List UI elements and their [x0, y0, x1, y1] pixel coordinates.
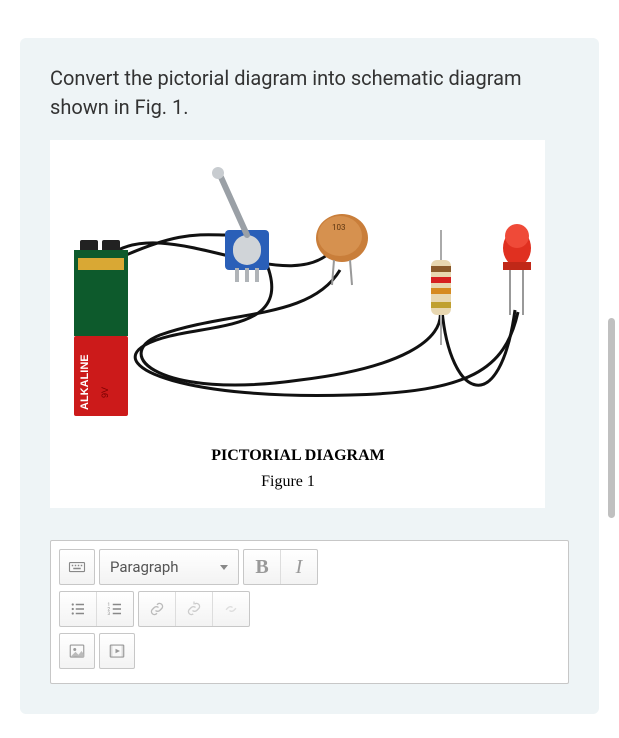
svg-text:3: 3	[108, 611, 111, 617]
unlink-icon	[185, 600, 203, 618]
image-icon	[68, 642, 86, 660]
film-icon	[108, 642, 126, 660]
toolbar-row-3	[59, 633, 560, 669]
svg-text:ALKALINE: ALKALINE	[79, 354, 91, 410]
question-text: Convert the pictorial diagram into schem…	[50, 64, 569, 122]
scrollbar-thumb[interactable]	[608, 318, 615, 518]
numbered-list-button[interactable]: 1 2 3	[97, 592, 133, 626]
insert-image-button[interactable]	[59, 633, 95, 669]
keyboard-button[interactable]	[59, 549, 95, 585]
question-card: Convert the pictorial diagram into schem…	[20, 38, 599, 714]
svg-text:9V: 9V	[100, 387, 110, 398]
rich-text-editor[interactable]: Paragraph B I	[50, 540, 569, 684]
text-style-group: B I	[243, 549, 318, 585]
numbered-list-icon: 1 2 3	[106, 600, 124, 618]
svg-text:PICTORIAL DIAGRAM: PICTORIAL DIAGRAM	[211, 447, 385, 464]
unlink-button[interactable]	[176, 592, 212, 626]
battery-icon: ALKALINE 9V	[74, 240, 128, 416]
list-group: 1 2 3	[59, 591, 134, 627]
pictorial-figure: ALKALINE 9V 103	[50, 140, 545, 508]
insert-media-button[interactable]	[99, 633, 135, 669]
chevron-down-icon	[220, 565, 228, 570]
bold-button[interactable]: B	[244, 550, 280, 584]
svg-text:103: 103	[332, 223, 346, 232]
svg-text:Figure 1: Figure 1	[261, 473, 315, 490]
bullet-list-button[interactable]	[60, 592, 96, 626]
toolbar-row-2: 1 2 3	[59, 591, 560, 627]
format-select-label: Paragraph	[110, 558, 179, 576]
toolbar-row-1: Paragraph B I	[59, 549, 560, 585]
anchor-link-icon	[222, 600, 240, 618]
keyboard-icon	[68, 558, 86, 576]
link-button[interactable]	[139, 592, 175, 626]
format-select[interactable]: Paragraph	[99, 549, 239, 585]
link-group	[138, 591, 250, 627]
link-icon	[148, 600, 166, 618]
anchor-button[interactable]	[213, 592, 249, 626]
italic-button[interactable]: I	[281, 550, 317, 584]
bullet-list-icon	[69, 600, 87, 618]
